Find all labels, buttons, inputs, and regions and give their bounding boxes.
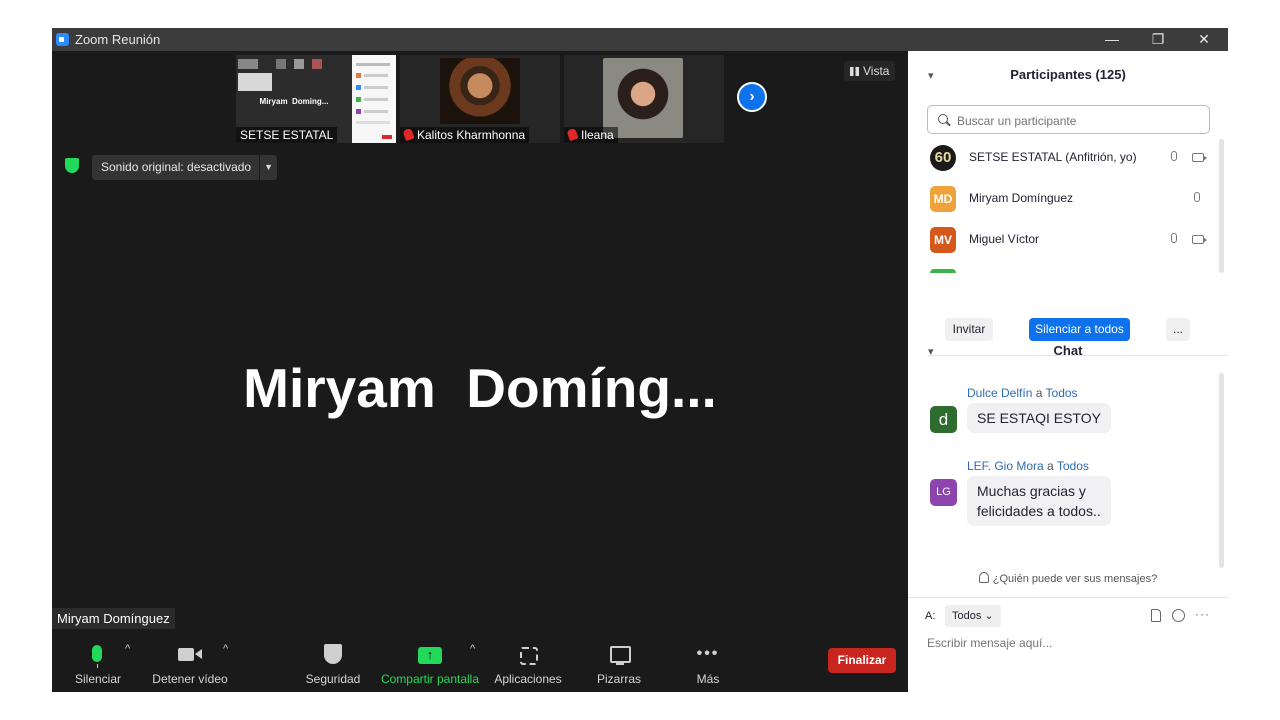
avatar: d: [930, 406, 957, 433]
microphone-icon: [92, 645, 102, 662]
shared-screen-text: Miryam Doming...: [259, 97, 329, 106]
thumbnail-name: Kalitos Kharmhonna: [400, 127, 530, 143]
thumbnail-ileana[interactable]: Ileana: [564, 55, 724, 143]
participant-name: Miguel Víctor: [969, 232, 1040, 246]
chat-message-bubble: SE ESTAQI ESTOY: [967, 403, 1111, 433]
more-dots-icon[interactable]: ···: [1195, 607, 1210, 621]
more-button[interactable]: ••• Más: [682, 635, 734, 692]
chat-message-sender: LEF. Gio Mora a Todos: [967, 459, 1089, 473]
next-page-arrow-icon[interactable]: ›: [737, 82, 767, 112]
security-button[interactable]: Seguridad: [302, 635, 364, 692]
participants-scrollbar[interactable]: [1219, 139, 1224, 273]
avatar: LG: [930, 479, 957, 506]
share-screen-button[interactable]: ↑ Compartir pantalla: [378, 635, 482, 692]
avatar: MD: [930, 186, 956, 212]
whiteboards-button[interactable]: Pizarras: [588, 635, 650, 692]
security-shield-icon: [324, 644, 342, 664]
chat-message-input[interactable]: [925, 635, 1219, 651]
participants-title: Participantes (125): [1010, 67, 1126, 82]
file-icon[interactable]: [1151, 609, 1161, 622]
participant-name: SETSE ESTATAL (Anfitrión, yo): [969, 150, 1137, 164]
thumbnail-setse-estatal[interactable]: Miryam Doming... SETSE ESTATAL: [236, 55, 396, 143]
close-button[interactable]: ✕: [1181, 28, 1227, 51]
chevron-down-icon: ⌄: [984, 610, 994, 622]
microphone-icon[interactable]: [1171, 233, 1177, 243]
encryption-shield-icon[interactable]: [65, 158, 79, 173]
thumbnail-name: Ileana: [564, 127, 618, 143]
thumbnail-name: SETSE ESTATAL: [236, 127, 338, 143]
grid-icon: [850, 67, 859, 76]
speaker-name-label: Miryam Domínguez: [52, 608, 175, 629]
title-bar: Zoom Reunión — ❐ ✕: [52, 28, 1228, 51]
chat-scrollbar[interactable]: [1219, 373, 1224, 568]
share-screen-icon: ↑: [418, 647, 442, 664]
thumbnail-kalitos[interactable]: Kalitos Kharmhonna: [400, 55, 560, 143]
muted-mic-icon: [402, 127, 415, 142]
microphone-icon[interactable]: [1171, 151, 1177, 161]
minimize-button[interactable]: —: [1089, 28, 1135, 51]
meeting-toolbar: Silenciar ^ Detener vídeo ^ Seguridad ↑ …: [52, 635, 908, 692]
apps-button[interactable]: Aplicaciones: [488, 635, 568, 692]
window-title: Zoom Reunión: [75, 32, 161, 47]
mute-options-caret-icon[interactable]: ^: [125, 643, 130, 655]
restore-button[interactable]: ❐: [1135, 28, 1181, 51]
partial-avatar: [930, 269, 956, 273]
avatar: MV: [930, 227, 956, 253]
video-camera-icon[interactable]: [1192, 153, 1207, 162]
participant-search-input[interactable]: [955, 110, 1209, 131]
mute-all-button[interactable]: Silenciar a todos: [1029, 318, 1130, 341]
recipient-label: A:: [925, 610, 936, 622]
original-sound-toggle[interactable]: Sonido original: desactivado ▼: [92, 155, 278, 180]
participant-search[interactable]: [927, 105, 1210, 134]
active-speaker-name: Miryam Domíng...: [243, 357, 717, 419]
video-area: Miryam Doming... SETSE ESTATAL Kalitos K…: [52, 51, 908, 692]
video-options-caret-icon[interactable]: ^: [223, 643, 228, 655]
divider: [908, 597, 1228, 598]
zoom-window: Zoom Reunión — ❐ ✕ Miryam Doming... SETS…: [52, 28, 1228, 692]
side-panel: ▾ Participantes (125) 60 SETSE ESTATAL (…: [908, 51, 1228, 692]
view-button[interactable]: Vista: [844, 61, 896, 81]
shared-screen-sidebar: [352, 55, 396, 143]
video-camera-icon[interactable]: [1192, 235, 1207, 244]
participant-row[interactable]: 60 SETSE ESTATAL (Anfitrión, yo): [930, 143, 1220, 173]
mute-button[interactable]: Silenciar: [70, 635, 126, 692]
dropdown-arrow-icon[interactable]: ▼: [259, 155, 277, 180]
video-camera-icon: [178, 648, 194, 661]
participant-row[interactable]: MD Miryam Domínguez: [930, 184, 1220, 214]
microphone-icon[interactable]: [1194, 192, 1200, 202]
participant-video: [603, 58, 683, 138]
avatar: 60: [930, 145, 956, 171]
invite-button[interactable]: Invitar: [945, 318, 993, 341]
more-dots-icon: •••: [696, 645, 720, 662]
end-meeting-button[interactable]: Finalizar: [828, 648, 896, 673]
chat-title: Chat: [1053, 343, 1083, 358]
whiteboard-icon: [610, 646, 631, 663]
apps-icon: [520, 647, 538, 665]
chat-message-bubble: Muchas gracias y felicidades a todos..: [967, 476, 1111, 526]
share-options-caret-icon[interactable]: ^: [470, 643, 475, 655]
person-icon: [978, 572, 989, 583]
participants-more-button[interactable]: ...: [1166, 318, 1190, 341]
who-can-see-messages-link[interactable]: ¿Quién puede ver sus mensajes?: [908, 572, 1228, 585]
zoom-logo-icon: [56, 33, 69, 46]
participant-video: [440, 58, 520, 124]
participant-name: Miryam Domínguez: [969, 191, 1074, 205]
emoji-icon[interactable]: [1172, 609, 1185, 622]
search-icon: [938, 114, 948, 124]
muted-mic-icon: [566, 127, 579, 142]
chat-message-sender: Dulce Delfín a Todos: [967, 386, 1078, 400]
stop-video-button[interactable]: Detener vídeo: [150, 635, 230, 692]
recipient-dropdown[interactable]: Todos ⌄: [945, 605, 1001, 627]
participant-row[interactable]: MV Miguel Víctor: [930, 225, 1220, 255]
